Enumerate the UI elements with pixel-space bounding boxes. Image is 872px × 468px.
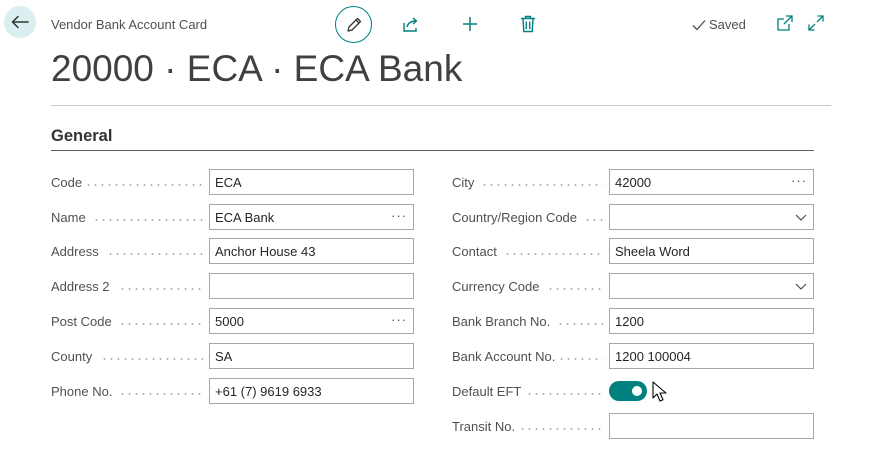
leader-dots xyxy=(85,184,203,186)
page-title: 20000 · ECA · ECA Bank xyxy=(51,48,463,89)
bank-branch-no-input[interactable]: 1200 xyxy=(609,308,814,334)
currency-code-select[interactable] xyxy=(609,273,814,299)
lookup-ellipsis-icon[interactable]: ··· xyxy=(391,208,407,223)
field-label: Country/Region Code xyxy=(452,209,578,225)
leader-dots xyxy=(107,253,203,255)
field-label: Name xyxy=(51,209,86,225)
section-title-general[interactable]: General xyxy=(51,127,112,146)
saved-status: Saved xyxy=(692,17,746,32)
leader-dots xyxy=(101,358,203,360)
expand-button[interactable] xyxy=(806,13,826,33)
field-label: City xyxy=(452,174,475,190)
contact-input[interactable]: Sheela Word xyxy=(609,238,814,264)
field-bank-branch-no: Bank Branch No. 1200 xyxy=(452,308,814,334)
post-code-input[interactable]: 5000 ··· xyxy=(209,308,414,334)
field-label: Address xyxy=(51,243,99,259)
checkmark-icon xyxy=(692,19,706,30)
leader-dots xyxy=(119,323,203,325)
field-address: Address Anchor House 43 xyxy=(51,238,414,264)
address-input[interactable]: Anchor House 43 xyxy=(209,238,414,264)
open-new-window-button[interactable] xyxy=(775,13,795,33)
transit-no-input[interactable] xyxy=(609,413,814,439)
leader-dots xyxy=(119,288,203,290)
code-input[interactable]: ECA xyxy=(209,169,414,195)
field-county: County SA xyxy=(51,343,414,369)
field-currency-code: Currency Code xyxy=(452,273,814,299)
leader-dots xyxy=(584,219,603,221)
leader-dots xyxy=(557,323,603,325)
share-icon xyxy=(403,17,418,32)
field-label: Bank Account No. xyxy=(452,348,556,364)
field-label: Post Code xyxy=(51,313,112,329)
field-post-code: Post Code 5000 ··· xyxy=(51,308,414,334)
open-new-window-icon xyxy=(777,15,793,31)
chevron-down-icon[interactable] xyxy=(795,281,807,291)
saved-label: Saved xyxy=(709,17,746,32)
field-transit-no: Transit No. xyxy=(452,413,814,439)
field-name: Name ECA Bank ··· xyxy=(51,204,414,230)
back-button[interactable] xyxy=(4,6,36,38)
chevron-down-icon[interactable] xyxy=(795,212,807,222)
lookup-ellipsis-icon[interactable]: ··· xyxy=(391,312,407,327)
field-label: Phone No. xyxy=(51,383,113,399)
address-2-input[interactable] xyxy=(209,273,414,299)
field-label: Code xyxy=(51,174,83,190)
leader-dots xyxy=(547,288,603,290)
field-label: Default EFT xyxy=(452,383,522,399)
city-input[interactable]: 42000 ··· xyxy=(609,169,814,195)
field-label: Bank Branch No. xyxy=(452,313,551,329)
field-label: Currency Code xyxy=(452,278,540,294)
delete-button[interactable] xyxy=(517,13,539,35)
field-code: Code ECA xyxy=(51,169,414,195)
section-divider xyxy=(51,150,814,151)
expand-icon xyxy=(808,15,824,31)
leader-dots xyxy=(481,184,603,186)
page-caption: Vendor Bank Account Card xyxy=(51,17,208,32)
leader-dots xyxy=(526,393,603,395)
country-region-code-select[interactable] xyxy=(609,204,814,230)
bank-account-no-input[interactable]: 1200 100004 xyxy=(609,343,814,369)
field-contact: Contact Sheela Word xyxy=(452,238,814,264)
field-bank-account-no: Bank Account No. 1200 100004 xyxy=(452,343,814,369)
field-label: Transit No. xyxy=(452,418,516,434)
phone-no-input[interactable]: +61 (7) 9619 6933 xyxy=(209,378,414,404)
plus-icon xyxy=(463,17,477,31)
field-label: Contact xyxy=(452,243,497,259)
share-button[interactable] xyxy=(400,13,422,35)
title-divider xyxy=(51,105,831,106)
leader-dots xyxy=(519,428,603,430)
trash-icon xyxy=(521,15,535,33)
field-city: City 42000 ··· xyxy=(452,169,814,195)
field-country-region-code: Country/Region Code xyxy=(452,204,814,230)
field-phone-no: Phone No. +61 (7) 9619 6933 xyxy=(51,378,414,404)
arrow-left-icon xyxy=(11,15,29,29)
toggle-knob xyxy=(632,386,642,396)
field-label: County xyxy=(51,348,93,364)
name-input[interactable]: ECA Bank ··· xyxy=(209,204,414,230)
leader-dots xyxy=(119,393,203,395)
mouse-pointer-icon xyxy=(652,381,667,402)
edit-button[interactable] xyxy=(335,6,372,43)
lookup-ellipsis-icon[interactable]: ··· xyxy=(791,173,807,188)
default-eft-toggle[interactable] xyxy=(609,381,647,401)
field-label: Address 2 xyxy=(51,278,110,294)
leader-dots xyxy=(504,253,603,255)
county-input[interactable]: SA xyxy=(209,343,414,369)
new-button[interactable] xyxy=(459,13,481,35)
pencil-icon xyxy=(346,17,361,32)
field-default-eft: Default EFT xyxy=(452,378,647,404)
field-address-2: Address 2 xyxy=(51,273,414,299)
leader-dots xyxy=(93,219,203,221)
leader-dots xyxy=(558,358,603,360)
